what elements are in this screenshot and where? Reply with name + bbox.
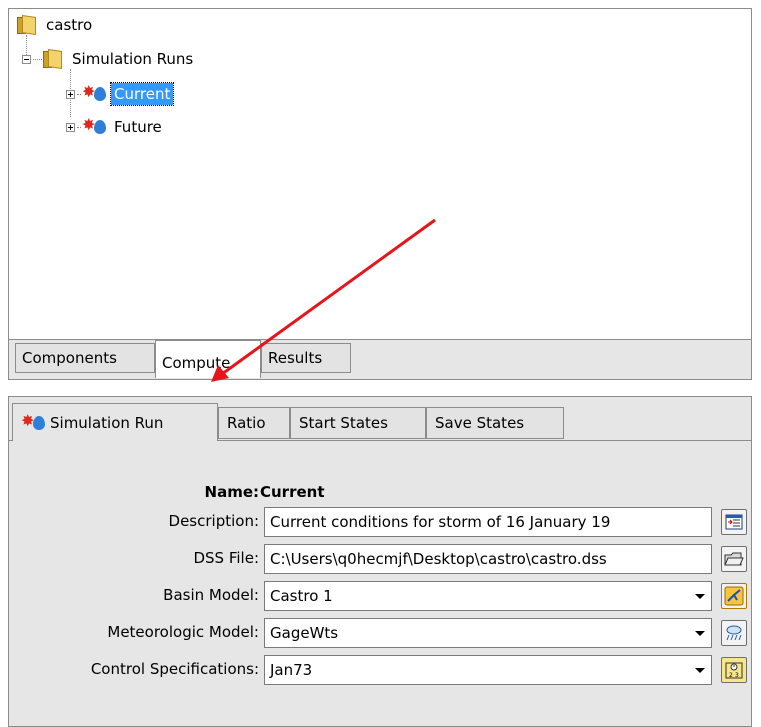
annotation-arrow: [211, 218, 436, 382]
tab-simulation-run-label: Simulation Run: [50, 413, 164, 432]
simulation-run-icon: ✸: [21, 412, 47, 433]
tab-simulation-run[interactable]: ✸ Simulation Run: [12, 403, 218, 441]
